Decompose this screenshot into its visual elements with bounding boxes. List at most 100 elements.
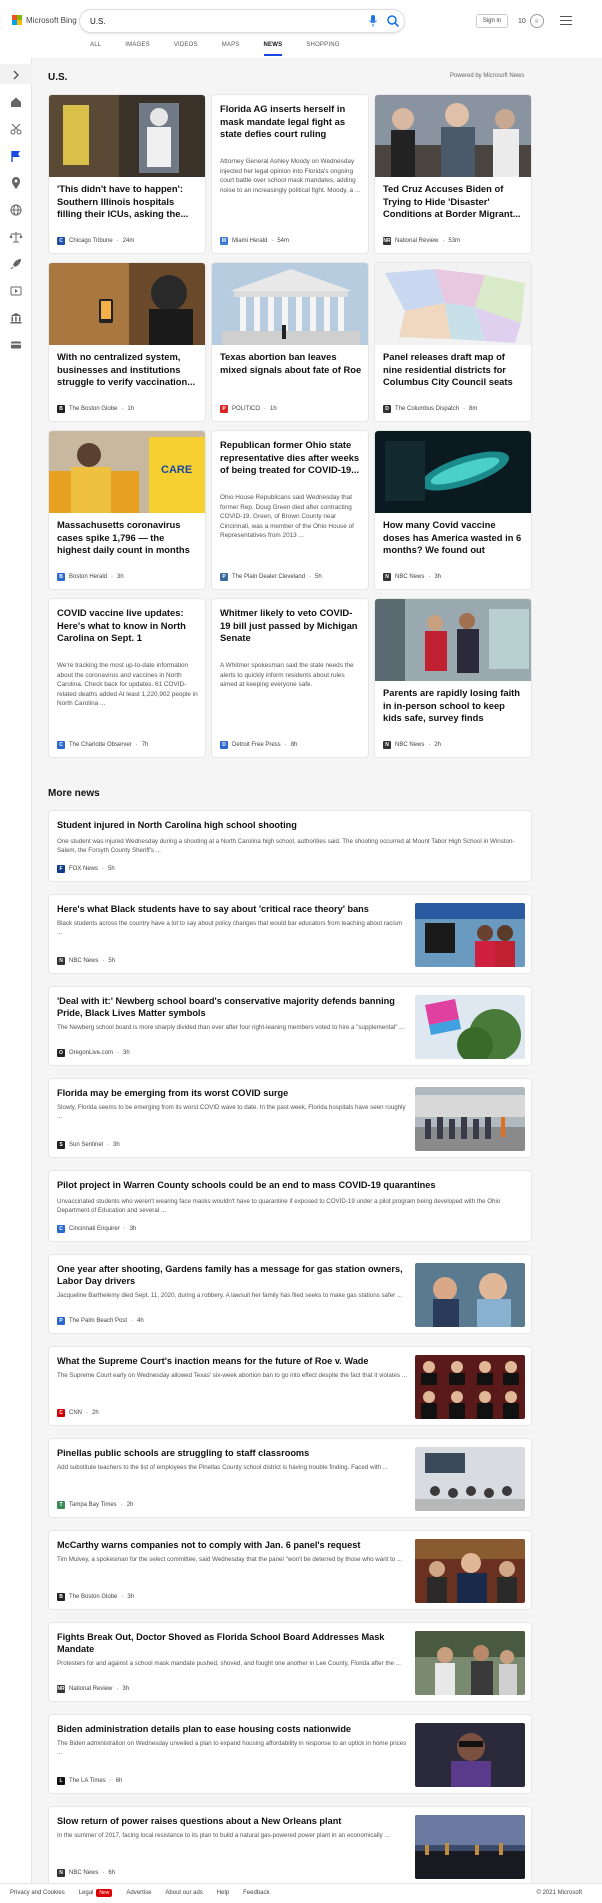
tab-videos[interactable]: VIDEOS bbox=[174, 40, 198, 50]
top-header: Microsoft Bing Sign in 10 ♕ ALL IMAGES V… bbox=[0, 0, 602, 58]
news-card[interactable]: Ted Cruz Accuses Biden of Trying to Hide… bbox=[374, 94, 532, 254]
news-item-source: L The LA Times · 6h bbox=[57, 1777, 122, 1785]
news-card[interactable]: Florida AG inserts herself in mask manda… bbox=[211, 94, 369, 254]
article-image bbox=[415, 1815, 525, 1879]
source-logo-icon: L bbox=[57, 1777, 65, 1785]
news-item-title[interactable]: One year after shooting, Gardens family … bbox=[57, 1263, 407, 1287]
card-headline[interactable]: Whitmer likely to veto COVID-19 bill jus… bbox=[220, 607, 362, 645]
scales-icon[interactable] bbox=[9, 230, 23, 244]
footer-link-about-ads[interactable]: About our ads bbox=[165, 1890, 202, 1896]
tab-all[interactable]: ALL bbox=[90, 40, 101, 50]
card-source: N NBC News · 3h bbox=[383, 573, 441, 581]
tab-shopping[interactable]: SHOPPING bbox=[306, 40, 339, 50]
microphone-icon[interactable] bbox=[368, 15, 378, 27]
footer-link-legal[interactable]: Legal New bbox=[79, 1889, 113, 1897]
news-card[interactable]: Whitmer likely to veto COVID-19 bill jus… bbox=[211, 598, 369, 758]
article-image bbox=[415, 1723, 525, 1787]
footer-link-help[interactable]: Help bbox=[217, 1890, 229, 1896]
card-headline[interactable]: Massachusetts coronavirus cases spike 1,… bbox=[57, 519, 199, 557]
bing-logo[interactable]: Microsoft Bing bbox=[12, 15, 77, 25]
bank-icon[interactable] bbox=[9, 311, 23, 325]
news-list-item[interactable]: Biden administration details plan to eas… bbox=[48, 1714, 532, 1794]
card-source: P The Plain Dealer Cleveland · 5h bbox=[220, 573, 322, 581]
news-card[interactable]: Parents are rapidly losing faith in in-p… bbox=[374, 598, 532, 758]
more-news-title: More news bbox=[48, 788, 100, 799]
news-item-snippet: Tim Mulvey, a spokesman for the select c… bbox=[57, 1556, 403, 1563]
news-item-title[interactable]: Pilot project in Warren County schools c… bbox=[57, 1179, 517, 1191]
news-item-title[interactable]: What the Supreme Court's inaction means … bbox=[57, 1355, 407, 1367]
news-list-item[interactable]: Pilot project in Warren County schools c… bbox=[48, 1170, 532, 1242]
flag-icon[interactable] bbox=[9, 149, 23, 163]
news-list-item[interactable]: One year after shooting, Gardens family … bbox=[48, 1254, 532, 1334]
card-headline[interactable]: COVID vaccine live updates: Here's what … bbox=[57, 607, 199, 645]
source-logo-icon: C bbox=[57, 1225, 65, 1233]
card-headline[interactable]: Parents are rapidly losing faith in in-p… bbox=[383, 687, 525, 725]
card-headline[interactable]: Texas abortion ban leaves mixed signals … bbox=[220, 351, 362, 376]
card-headline[interactable]: Florida AG inserts herself in mask manda… bbox=[220, 103, 362, 141]
expand-icon[interactable] bbox=[9, 68, 23, 82]
home-icon[interactable] bbox=[9, 95, 23, 109]
news-item-title[interactable]: 'Deal with it:' Newberg school board's c… bbox=[57, 995, 407, 1019]
card-source: B Boston Herald · 3h bbox=[57, 573, 124, 581]
news-item-title[interactable]: Slow return of power raises questions ab… bbox=[57, 1815, 407, 1827]
news-card[interactable]: Republican former Ohio state representat… bbox=[211, 430, 369, 590]
footer-link-feedback[interactable]: Feedback bbox=[243, 1890, 269, 1896]
news-item-title[interactable]: Fights Break Out, Doctor Shoved as Flori… bbox=[57, 1631, 407, 1655]
news-list-item[interactable]: McCarthy warns companies not to comply w… bbox=[48, 1530, 532, 1610]
news-item-source: NR National Review · 3h bbox=[57, 1685, 130, 1693]
news-card[interactable]: COVID vaccine live updates: Here's what … bbox=[48, 598, 206, 758]
menu-icon[interactable] bbox=[560, 16, 572, 26]
card-headline[interactable]: Republican former Ohio state representat… bbox=[220, 439, 362, 477]
article-image bbox=[415, 1631, 525, 1695]
search-icon[interactable] bbox=[386, 14, 400, 28]
source-logo-icon: B bbox=[57, 405, 65, 413]
news-item-title[interactable]: McCarthy warns companies not to comply w… bbox=[57, 1539, 407, 1551]
article-image bbox=[415, 1447, 525, 1511]
rocket-icon[interactable] bbox=[9, 257, 23, 271]
film-icon[interactable] bbox=[9, 284, 23, 298]
card-headline[interactable]: How many Covid vaccine doses has America… bbox=[383, 519, 525, 557]
svg-text:CARE: CARE bbox=[161, 464, 192, 476]
footer-link-advertise[interactable]: Advertise bbox=[126, 1890, 151, 1896]
footer-link-privacy[interactable]: Privacy and Cookies bbox=[10, 1890, 65, 1896]
news-list-item[interactable]: Pinellas public schools are struggling t… bbox=[48, 1438, 532, 1518]
news-item-snippet: Unvaccinated students who weren't wearin… bbox=[57, 1198, 501, 1214]
news-card[interactable]: With no centralized system, businesses a… bbox=[48, 262, 206, 422]
news-card[interactable]: How many Covid vaccine doses has America… bbox=[374, 430, 532, 590]
news-item-title[interactable]: Here's what Black students have to say a… bbox=[57, 903, 407, 915]
tab-maps[interactable]: MAPS bbox=[222, 40, 240, 50]
card-headline[interactable]: Panel releases draft map of nine residen… bbox=[383, 351, 525, 389]
tab-images[interactable]: IMAGES bbox=[125, 40, 150, 50]
news-list-item[interactable]: What the Supreme Court's inaction means … bbox=[48, 1346, 532, 1426]
news-item-snippet: Protesters for and against a school mask… bbox=[57, 1660, 401, 1667]
card-icon[interactable] bbox=[9, 338, 23, 352]
news-item-source: B The Boston Globe · 3h bbox=[57, 1593, 134, 1601]
source-logo-icon: D bbox=[220, 741, 228, 749]
tab-news[interactable]: NEWS bbox=[263, 40, 283, 56]
news-list-item[interactable]: Slow return of power raises questions ab… bbox=[48, 1806, 532, 1886]
card-headline[interactable]: With no centralized system, businesses a… bbox=[57, 351, 199, 389]
card-headline[interactable]: Ted Cruz Accuses Biden of Trying to Hide… bbox=[383, 183, 525, 221]
globe-icon[interactable] bbox=[9, 203, 23, 217]
news-card[interactable]: CARE Massachusetts coronavirus cases spi… bbox=[48, 430, 206, 590]
news-card[interactable]: Panel releases draft map of nine residen… bbox=[374, 262, 532, 422]
news-item-title[interactable]: Pinellas public schools are struggling t… bbox=[57, 1447, 407, 1459]
search-input[interactable] bbox=[90, 14, 360, 28]
rewards-button[interactable]: 10 ♕ bbox=[518, 14, 544, 28]
card-source: NR National Review · 53m bbox=[383, 237, 461, 245]
news-card[interactable]: Texas abortion ban leaves mixed signals … bbox=[211, 262, 369, 422]
news-list-item[interactable]: Student injured in North Carolina high s… bbox=[48, 810, 532, 882]
news-item-snippet: The Newberg school board is more sharply… bbox=[57, 1024, 405, 1031]
news-item-title[interactable]: Student injured in North Carolina high s… bbox=[57, 819, 517, 831]
scissors-icon[interactable] bbox=[9, 122, 23, 136]
news-list-item[interactable]: Fights Break Out, Doctor Shoved as Flori… bbox=[48, 1622, 532, 1702]
news-list-item[interactable]: Here's what Black students have to say a… bbox=[48, 894, 532, 974]
news-item-title[interactable]: Biden administration details plan to eas… bbox=[57, 1723, 407, 1735]
news-card[interactable]: 'This didn't have to happen': Southern I… bbox=[48, 94, 206, 254]
sign-in-button[interactable]: Sign in bbox=[476, 14, 508, 28]
news-list-item[interactable]: Florida may be emerging from its worst C… bbox=[48, 1078, 532, 1158]
news-item-title[interactable]: Florida may be emerging from its worst C… bbox=[57, 1087, 407, 1099]
location-pin-icon[interactable] bbox=[9, 176, 23, 190]
card-headline[interactable]: 'This didn't have to happen': Southern I… bbox=[57, 183, 199, 221]
news-list-item[interactable]: 'Deal with it:' Newberg school board's c… bbox=[48, 986, 532, 1066]
